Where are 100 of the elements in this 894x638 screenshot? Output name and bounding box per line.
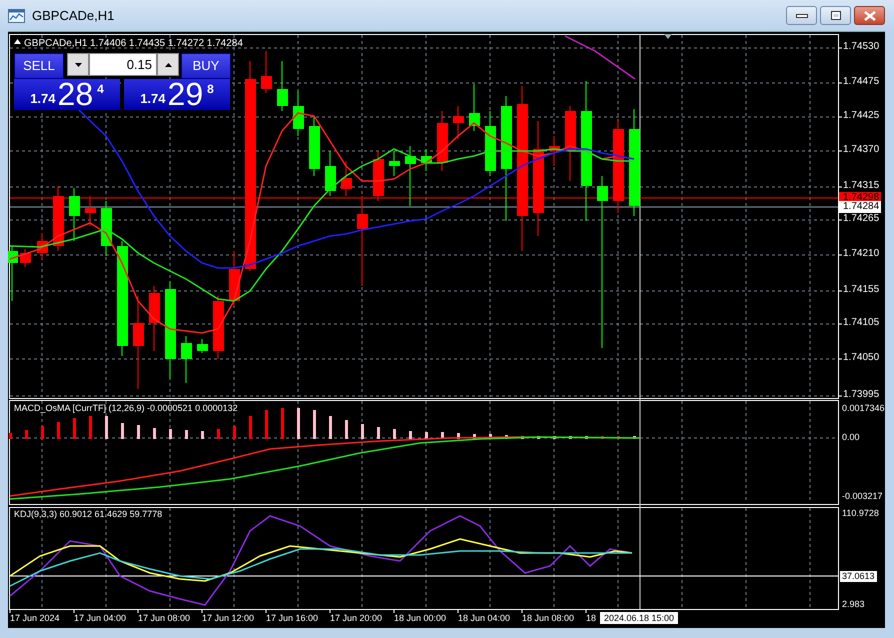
histogram-bar bbox=[457, 433, 460, 439]
histogram-bar bbox=[377, 427, 380, 439]
histogram-bar bbox=[425, 432, 428, 439]
candlestick bbox=[325, 150, 336, 196]
candlestick bbox=[197, 338, 208, 354]
candlestick bbox=[229, 250, 240, 306]
time-axis-label: 18 bbox=[586, 613, 596, 624]
indicator-axis-label: 0.00 bbox=[842, 432, 860, 443]
price-axis-label: 1.74475 bbox=[843, 76, 880, 88]
indicator-axis-label: 0.0017346 bbox=[842, 403, 885, 414]
caret-down-icon bbox=[74, 62, 82, 66]
time-axis-label: 17 Jun 2024 bbox=[10, 613, 60, 624]
histogram-bar bbox=[153, 428, 156, 439]
histogram-bar bbox=[233, 426, 236, 439]
candlestick bbox=[213, 296, 224, 360]
time-axis-label: 17 Jun 12:00 bbox=[202, 613, 254, 624]
candlestick bbox=[341, 160, 352, 196]
candlestick bbox=[389, 150, 400, 176]
candlestick bbox=[69, 188, 80, 242]
histogram-bar bbox=[505, 435, 508, 439]
restore-button[interactable] bbox=[820, 6, 851, 25]
histogram-bar bbox=[281, 408, 284, 439]
volume-up-button[interactable] bbox=[157, 53, 179, 76]
histogram-bar bbox=[201, 431, 204, 439]
time-axis-label: 17 Jun 04:00 bbox=[74, 613, 126, 624]
histogram-bar bbox=[297, 408, 300, 439]
volume-down-button[interactable] bbox=[67, 53, 89, 76]
histogram-bar bbox=[617, 436, 620, 439]
crosshair-time-label: 2024.06.18 15:00 bbox=[600, 612, 678, 624]
candlestick bbox=[373, 150, 384, 202]
candlestick bbox=[85, 196, 96, 226]
sell-button[interactable]: SELL bbox=[14, 53, 64, 79]
candlestick bbox=[261, 50, 272, 94]
histogram-bar bbox=[361, 424, 364, 439]
indicator-axis-label: 2.983 bbox=[842, 599, 865, 610]
time-axis-label: 17 Jun 20:00 bbox=[330, 613, 382, 624]
minimize-icon bbox=[796, 14, 808, 18]
close-button[interactable] bbox=[854, 6, 885, 25]
histogram-bar bbox=[521, 436, 524, 439]
histogram-bar bbox=[73, 418, 76, 439]
window-title: GBPCADe,H1 bbox=[32, 6, 114, 25]
chart-window-icon bbox=[8, 8, 26, 24]
candlestick bbox=[485, 110, 496, 176]
histogram-bar bbox=[217, 429, 220, 439]
shift-marker-icon[interactable] bbox=[664, 34, 672, 39]
histogram-bar bbox=[137, 425, 140, 439]
histogram-bar bbox=[89, 416, 92, 439]
buy-button[interactable]: BUY bbox=[181, 53, 231, 79]
candlestick bbox=[20, 248, 31, 268]
candlestick bbox=[437, 110, 448, 172]
histogram-bar bbox=[249, 416, 252, 439]
candlestick bbox=[37, 232, 48, 260]
histogram-bar bbox=[121, 423, 124, 439]
candlestick bbox=[309, 116, 320, 176]
histogram-bar bbox=[41, 426, 44, 439]
histogram-bar bbox=[633, 436, 636, 439]
time-axis-label: 18 Jun 00:00 bbox=[394, 613, 446, 624]
histogram-bar bbox=[409, 431, 412, 439]
candlestick bbox=[405, 146, 416, 206]
candlestick bbox=[421, 148, 432, 172]
price-axis-label: 1.74315 bbox=[843, 180, 880, 192]
price-axis-label: 1.74105 bbox=[843, 317, 880, 329]
price-axis-label: 1.74155 bbox=[843, 284, 880, 296]
histogram-bar bbox=[105, 416, 108, 439]
candlestick bbox=[469, 84, 480, 132]
symbol-label: GBPCADe,H1 bbox=[24, 37, 88, 51]
time-axis-label: 17 Jun 08:00 bbox=[138, 613, 190, 624]
histogram-bar bbox=[441, 432, 444, 439]
time-axis-label: 18 Jun 04:00 bbox=[458, 613, 510, 624]
candlestick bbox=[8, 246, 18, 302]
level-label: 37.0613 bbox=[840, 571, 877, 582]
candlestick bbox=[53, 186, 64, 252]
price-axis-label: 1.74050 bbox=[843, 352, 880, 364]
volume-field[interactable]: 0.15 bbox=[89, 53, 157, 76]
histogram-bar bbox=[489, 434, 492, 439]
histogram-bar bbox=[313, 410, 316, 439]
ohlc-values: 1.74406 1.74435 1.74272 1.74284 bbox=[90, 37, 243, 51]
histogram-bar bbox=[601, 436, 604, 439]
histogram-bar bbox=[25, 430, 28, 439]
collapse-icon[interactable] bbox=[14, 39, 21, 44]
histogram-bar bbox=[9, 433, 12, 439]
candlestick bbox=[181, 336, 192, 384]
histogram-bar bbox=[345, 420, 348, 439]
price-axis-label: 1.73995 bbox=[843, 389, 880, 401]
histogram-bar bbox=[169, 429, 172, 439]
time-axis-label: 17 Jun 16:00 bbox=[266, 613, 318, 624]
histogram-bar bbox=[473, 434, 476, 439]
candlestick bbox=[453, 106, 464, 140]
indicator-label: MACD_OsMA [CurrTF] (12,26,9) -0.0000521 0.0000132 bbox=[14, 403, 238, 414]
restore-icon bbox=[830, 11, 840, 20]
caret-up-icon bbox=[164, 62, 172, 66]
histogram-bar bbox=[393, 429, 396, 439]
histogram-bar bbox=[265, 410, 268, 439]
candlestick bbox=[277, 60, 288, 112]
candlestick bbox=[149, 286, 160, 352]
minimize-button[interactable] bbox=[786, 6, 817, 25]
histogram-bar bbox=[537, 436, 540, 439]
price-axis-label: 1.74370 bbox=[843, 144, 880, 156]
candlestick bbox=[293, 90, 304, 136]
time-axis-label: 18 Jun 08:00 bbox=[522, 613, 574, 624]
